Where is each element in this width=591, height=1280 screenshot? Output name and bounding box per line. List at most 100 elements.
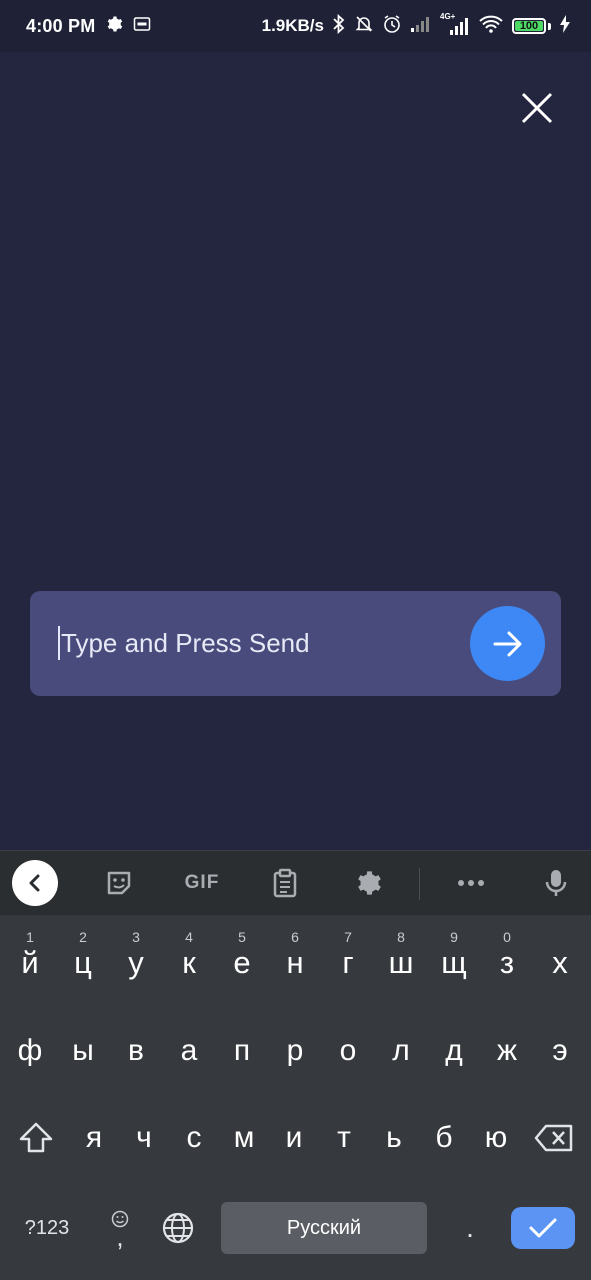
gear-icon	[358, 871, 381, 895]
bluetooth-icon	[332, 13, 346, 39]
key-п[interactable]: п	[216, 1020, 268, 1082]
message-input-placeholder: Type and Press Send	[61, 627, 310, 658]
space-key[interactable]: Русский	[221, 1202, 427, 1254]
key-hint: 1	[26, 929, 34, 945]
key-х[interactable]: х	[534, 915, 586, 980]
key-ь[interactable]: ь	[368, 1107, 420, 1169]
key-о[interactable]: о	[322, 1020, 374, 1082]
key-hint: 9	[450, 929, 458, 945]
comma-label: ,	[116, 1222, 124, 1252]
period-key[interactable]: .	[450, 1202, 490, 1254]
key-label: х	[552, 945, 568, 980]
gif-button[interactable]: GIF	[180, 865, 224, 901]
key-ц[interactable]: 2ц	[57, 915, 109, 980]
shift-key[interactable]	[8, 1107, 64, 1169]
key-label: г	[342, 945, 354, 980]
shift-icon	[19, 1122, 53, 1153]
battery-icon: 100	[512, 18, 546, 34]
key-д[interactable]: д	[428, 1020, 480, 1082]
language-key[interactable]	[156, 1202, 200, 1254]
checkmark-icon	[529, 1218, 557, 1238]
key-hint: 6	[291, 929, 299, 945]
key-я[interactable]: я	[68, 1107, 120, 1169]
key-щ[interactable]: 9щ	[428, 915, 480, 980]
globe-icon	[162, 1212, 194, 1244]
key-ю[interactable]: ю	[470, 1107, 522, 1169]
key-label: щ	[441, 945, 467, 980]
key-у[interactable]: 3у	[110, 915, 162, 980]
keyboard-back-button[interactable]	[12, 860, 58, 906]
battery-tip	[548, 22, 551, 30]
signal-4g-icon: 4G+	[440, 12, 470, 36]
close-icon	[521, 92, 553, 124]
voice-input-button[interactable]	[538, 865, 574, 901]
key-label: ш	[388, 945, 414, 980]
key-э[interactable]: э	[534, 1020, 586, 1082]
key-label: к	[182, 945, 196, 980]
key-hint: 0	[503, 929, 511, 945]
key-label: е	[233, 945, 251, 980]
status-time: 4:00 PM	[26, 15, 96, 36]
status-bar: 4:00 PM 1.9KB/s 4G+ 100	[0, 0, 591, 52]
key-label: з	[499, 945, 515, 980]
backspace-key[interactable]	[528, 1107, 580, 1169]
key-hint: 5	[238, 929, 246, 945]
key-н[interactable]: 6н	[269, 915, 321, 980]
alarm-icon	[382, 14, 402, 39]
network-speed: 1.9KB/s	[261, 16, 324, 35]
backspace-icon	[534, 1124, 573, 1152]
key-ч[interactable]: ч	[118, 1107, 170, 1169]
keyboard-toolbar: GIF	[0, 850, 591, 915]
keyboard-settings-button[interactable]	[350, 865, 386, 901]
key-т[interactable]: т	[318, 1107, 370, 1169]
sticker-button[interactable]	[101, 865, 137, 901]
key-и[interactable]: и	[268, 1107, 320, 1169]
enter-key[interactable]	[511, 1207, 575, 1249]
key-hint: 7	[344, 929, 352, 945]
key-е[interactable]: 5е	[216, 915, 268, 980]
keyboard: 1й 2ц 3у 4к 5е 6н 7г 8ш 9щ 0з х ф ы в а …	[0, 915, 591, 1280]
key-в[interactable]: в	[110, 1020, 162, 1082]
chat-area: Type and Press Send	[0, 52, 591, 850]
key-л[interactable]: л	[375, 1020, 427, 1082]
send-button[interactable]	[470, 606, 545, 681]
mute-icon	[354, 14, 374, 39]
key-г[interactable]: 7г	[322, 915, 374, 980]
close-button[interactable]	[515, 86, 559, 130]
clipboard-icon	[273, 868, 297, 898]
key-з[interactable]: 0з	[481, 915, 533, 980]
gif-label: GIF	[184, 872, 220, 893]
message-input[interactable]: Type and Press Send	[58, 623, 458, 663]
more-icon	[458, 880, 484, 886]
key-к[interactable]: 4к	[163, 915, 215, 980]
key-с[interactable]: с	[168, 1107, 220, 1169]
key-б[interactable]: б	[418, 1107, 470, 1169]
key-р[interactable]: р	[269, 1020, 321, 1082]
key-label: й	[21, 945, 39, 980]
charging-icon	[559, 14, 571, 39]
status-right: 1.9KB/s 4G+ 100	[261, 12, 571, 39]
chevron-left-icon	[29, 874, 40, 892]
wifi-icon	[478, 14, 504, 39]
key-ы[interactable]: ы	[57, 1020, 109, 1082]
key-ш[interactable]: 8ш	[375, 915, 427, 980]
clipboard-button[interactable]	[267, 865, 303, 901]
key-hint: 2	[79, 929, 87, 945]
sticker-icon	[107, 871, 131, 895]
more-button[interactable]	[453, 865, 489, 901]
battery-level: 100	[519, 20, 539, 32]
key-а[interactable]: а	[163, 1020, 215, 1082]
cast-icon	[133, 15, 151, 38]
text-caret	[58, 626, 60, 660]
symbols-key[interactable]: ?123	[10, 1202, 84, 1254]
emoji-comma-key[interactable]: ,	[98, 1197, 142, 1259]
screen: 4:00 PM 1.9KB/s 4G+ 100 Type and Press S…	[0, 0, 591, 1280]
key-label: ц	[74, 945, 92, 980]
key-ф[interactable]: ф	[4, 1020, 56, 1082]
key-ж[interactable]: ж	[481, 1020, 533, 1082]
key-hint: 3	[132, 929, 140, 945]
key-й[interactable]: 1й	[4, 915, 56, 980]
key-м[interactable]: м	[218, 1107, 270, 1169]
key-hint: 8	[397, 929, 405, 945]
microphone-icon	[545, 870, 567, 896]
